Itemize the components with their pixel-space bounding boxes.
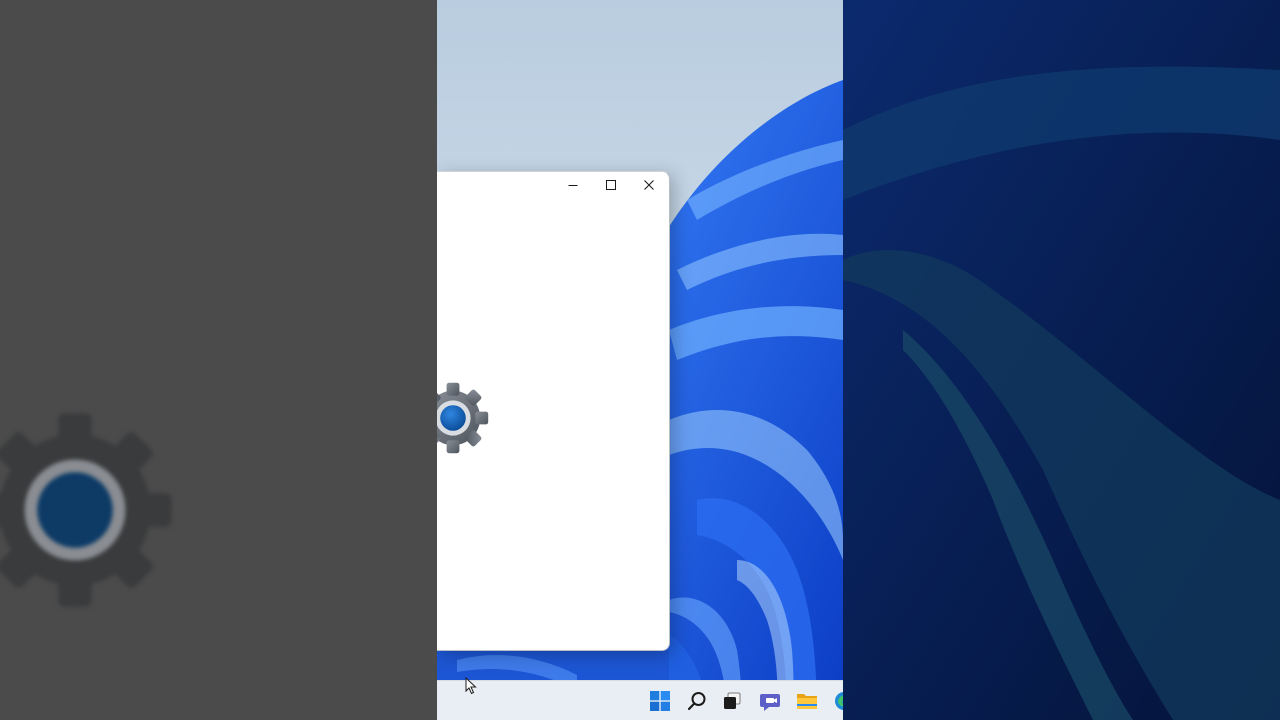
maximize-button[interactable] bbox=[592, 172, 630, 198]
settings-app-window bbox=[437, 171, 670, 651]
close-icon bbox=[644, 180, 654, 190]
taskbar-task-view-button[interactable] bbox=[716, 685, 748, 717]
maximize-icon bbox=[606, 180, 616, 190]
taskbar-search-button[interactable] bbox=[681, 685, 713, 717]
desktop bbox=[437, 0, 843, 720]
edge-browser-icon bbox=[835, 692, 843, 710]
blurred-wallpaper-shape bbox=[843, 0, 1280, 720]
taskbar bbox=[437, 680, 843, 720]
close-button[interactable] bbox=[630, 172, 668, 198]
screen bbox=[0, 0, 1280, 720]
blurred-right-backdrop bbox=[843, 0, 1280, 720]
taskbar-file-explorer-button[interactable] bbox=[791, 685, 823, 717]
settings-gear-icon bbox=[437, 382, 489, 454]
folder-icon bbox=[797, 694, 817, 709]
taskbar-chat-button[interactable] bbox=[754, 685, 786, 717]
blurred-left-backdrop bbox=[0, 0, 437, 720]
minimize-button[interactable] bbox=[554, 172, 592, 198]
search-icon bbox=[687, 692, 706, 711]
mouse-cursor-icon bbox=[465, 677, 477, 695]
teams-chat-icon bbox=[760, 694, 780, 711]
minimize-icon bbox=[568, 185, 578, 186]
task-view-icon bbox=[724, 692, 741, 709]
blurred-gear-icon bbox=[0, 413, 172, 607]
taskbar-edge-button[interactable] bbox=[828, 685, 843, 717]
windows-start-icon bbox=[650, 691, 670, 711]
window-title-bar[interactable] bbox=[437, 172, 669, 198]
taskbar-start-button[interactable] bbox=[644, 685, 676, 717]
